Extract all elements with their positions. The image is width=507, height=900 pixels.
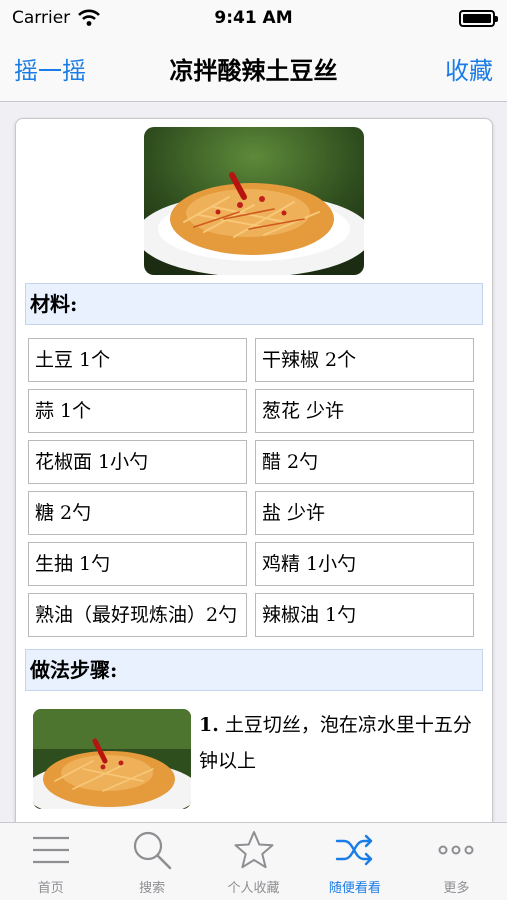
star-icon	[234, 831, 274, 869]
tab-label: 更多	[443, 881, 470, 896]
ingredients-table: 土豆 1个 干辣椒 2个 蒜 1个 葱花 少许 花椒面 1小勺 醋 2勺 糖 2…	[25, 338, 483, 637]
tab-label: 搜索	[139, 881, 166, 896]
shuffle-icon	[335, 834, 373, 866]
step-item: 1. 土豆切丝，泡在凉水里十五分钟以上	[25, 709, 483, 809]
tab-favorites[interactable]: 个人收藏	[203, 823, 304, 900]
tab-search[interactable]: 搜索	[101, 823, 202, 900]
ingredients-heading: 材料:	[25, 283, 483, 325]
recipe-card: 材料: 土豆 1个 干辣椒 2个 蒜 1个 葱花 少许 花椒面 1小勺 醋 2勺…	[15, 118, 493, 822]
ingredient-cell: 糖 2勺	[28, 491, 247, 535]
dish-photo	[144, 127, 364, 275]
ingredient-cell: 干辣椒 2个	[255, 338, 474, 382]
ingredient-cell: 辣椒油 1勺	[255, 593, 474, 637]
ingredient-cell: 熟油（最好现炼油）2勺	[28, 593, 247, 637]
tab-bar: 首页 搜索 个人收藏 随便看看 更多	[0, 822, 507, 900]
ingredient-cell: 土豆 1个	[28, 338, 247, 382]
shake-button[interactable]: 摇一摇	[14, 51, 86, 86]
ingredient-cell: 葱花 少许	[255, 389, 474, 433]
ingredient-cell: 醋 2勺	[255, 440, 474, 484]
steps-heading: 做法步骤:	[25, 649, 483, 691]
status-left: Carrier	[12, 8, 101, 28]
tab-label: 随便看看	[328, 881, 381, 896]
step-text: 1. 土豆切丝，泡在凉水里十五分钟以上	[199, 707, 483, 809]
tab-more[interactable]: 更多	[406, 823, 507, 900]
ingredient-cell: 生抽 1勺	[28, 542, 247, 586]
tab-label: 个人收藏	[227, 881, 280, 896]
carrier-label: Carrier	[12, 8, 71, 28]
status-bar: Carrier 9:41 AM	[0, 0, 507, 36]
tab-random[interactable]: 随便看看	[304, 823, 405, 900]
content-scroll-area[interactable]: 材料: 土豆 1个 干辣椒 2个 蒜 1个 葱花 少许 花椒面 1小勺 醋 2勺…	[0, 103, 507, 822]
ingredient-cell: 鸡精 1小勺	[255, 542, 474, 586]
tab-home[interactable]: 首页	[0, 823, 101, 900]
search-icon	[134, 831, 172, 870]
more-icon	[438, 845, 474, 855]
ingredient-cell: 盐 少许	[255, 491, 474, 535]
battery-icon	[459, 9, 498, 27]
step-description: 土豆切丝，泡在凉水里十五分钟以上	[199, 714, 472, 772]
favorite-button[interactable]: 收藏	[445, 51, 493, 86]
wifi-icon	[78, 9, 101, 26]
ingredient-cell: 花椒面 1小勺	[28, 440, 247, 484]
tab-label: 首页	[37, 881, 64, 896]
navigation-bar: 摇一摇 凉拌酸辣土豆丝 收藏	[0, 36, 507, 102]
menu-icon	[32, 836, 69, 864]
step-number: 1.	[199, 714, 219, 736]
step-photo	[33, 709, 191, 809]
ingredient-cell: 蒜 1个	[28, 389, 247, 433]
